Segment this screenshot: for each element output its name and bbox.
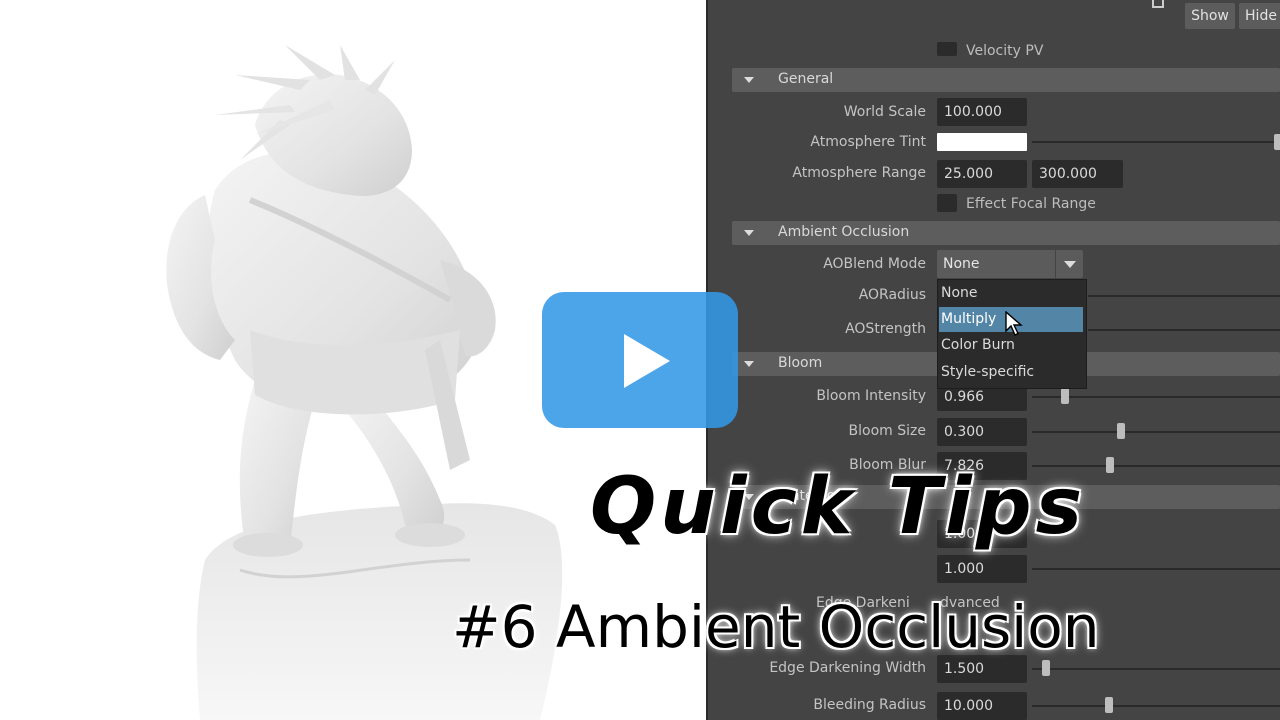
- section-ambient-occlusion-title: Ambient Occlusion: [778, 224, 910, 240]
- atmosphere-tint-label: Atmosphere Tint: [810, 134, 926, 150]
- bleeding-radius-slider-handle[interactable]: [1105, 697, 1113, 713]
- dropdown-arrow-icon: [1055, 250, 1083, 278]
- world-scale-label: World Scale: [843, 104, 926, 120]
- menu-option-none[interactable]: None: [939, 281, 1083, 306]
- section-general-title: General: [778, 71, 834, 87]
- edge-darkening-width-slider[interactable]: [1032, 668, 1280, 670]
- play-icon: [624, 334, 670, 388]
- atmosphere-tint-swatch[interactable]: [937, 133, 1027, 151]
- atmosphere-range-max-field[interactable]: 300.000: [1032, 160, 1123, 188]
- menu-option-style-specific[interactable]: Style-specific: [939, 360, 1083, 385]
- collapse-triangle-icon: [744, 77, 754, 83]
- bloom-intensity-label: Bloom Intensity: [816, 388, 926, 404]
- velocity-pv-label: Velocity PV: [966, 43, 1044, 59]
- collapse-triangle-icon: [744, 230, 754, 236]
- bloom-size-slider-handle[interactable]: [1117, 423, 1125, 439]
- edge-darkening-width-slider-handle[interactable]: [1042, 660, 1050, 676]
- edge-darkening-width-label: Edge Darkening Width: [769, 660, 926, 676]
- atmosphere-range-min-field[interactable]: 25.000: [937, 160, 1027, 188]
- ao-strength-slider[interactable]: [1088, 329, 1280, 331]
- ao-blend-mode-value: None: [943, 256, 980, 272]
- watercolor-field-2[interactable]: 1.000: [937, 555, 1027, 583]
- section-general[interactable]: General: [732, 68, 1280, 92]
- bleeding-radius-slider[interactable]: [1032, 705, 1280, 707]
- bloom-blur-slider-handle[interactable]: [1106, 457, 1114, 473]
- bloom-size-field[interactable]: 0.300: [937, 418, 1027, 446]
- ao-strength-label: AOStrength: [845, 321, 926, 337]
- bloom-intensity-slider[interactable]: [1032, 396, 1280, 398]
- mouse-cursor-icon: [1005, 311, 1023, 336]
- bleeding-radius-field[interactable]: 10.000: [937, 692, 1027, 720]
- bloom-size-label: Bloom Size: [848, 423, 926, 439]
- atmosphere-tint-slider-handle[interactable]: [1274, 134, 1280, 150]
- bloom-intensity-slider-handle[interactable]: [1061, 388, 1069, 404]
- ao-radius-slider[interactable]: [1088, 295, 1280, 297]
- atmosphere-range-label: Atmosphere Range: [792, 165, 926, 181]
- video-subtitle: #6 Ambient Occlusion: [452, 593, 1100, 661]
- bleeding-radius-label: Bleeding Radius: [813, 697, 926, 713]
- atmosphere-tint-slider[interactable]: [1032, 141, 1280, 143]
- effect-focal-range-checkbox[interactable]: [937, 194, 957, 212]
- hide-button[interactable]: Hide: [1239, 3, 1280, 29]
- ao-blend-mode-label: AOBlend Mode: [823, 256, 926, 272]
- effect-focal-range-label: Effect Focal Range: [966, 196, 1096, 212]
- section-ambient-occlusion[interactable]: Ambient Occlusion: [732, 221, 1280, 245]
- show-button[interactable]: Show: [1185, 3, 1235, 29]
- video-title: Quick Tips: [590, 462, 1087, 552]
- ao-radius-label: AORadius: [858, 287, 926, 303]
- expand-icon[interactable]: [1152, 0, 1164, 8]
- play-button[interactable]: [542, 292, 738, 428]
- section-bloom-title: Bloom: [778, 355, 823, 371]
- watercolor-slider-2[interactable]: [1032, 568, 1280, 570]
- velocity-pv-checkbox[interactable]: [937, 42, 957, 56]
- world-scale-field[interactable]: 100.000: [937, 98, 1027, 126]
- ao-blend-mode-dropdown[interactable]: None: [937, 250, 1083, 278]
- collapse-triangle-icon: [744, 361, 754, 367]
- bloom-size-slider[interactable]: [1032, 431, 1280, 433]
